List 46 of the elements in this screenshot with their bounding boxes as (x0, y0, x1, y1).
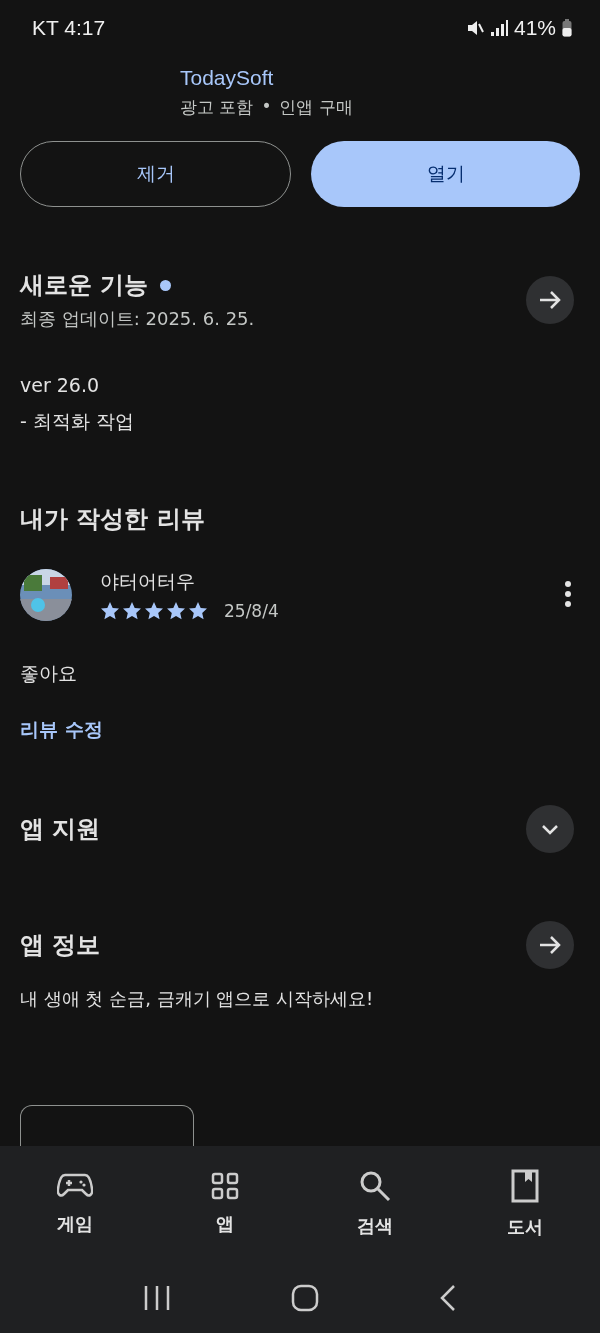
arrow-right-icon (538, 290, 562, 310)
search-icon (359, 1170, 391, 1202)
app-note: 인앱 구매 (279, 96, 353, 119)
release-note: - 최적화 작업 (19, 409, 135, 434)
nav-tab[interactable]: 도서 (450, 1146, 600, 1262)
star-icon (166, 601, 186, 621)
section-title: 새로운 기능 (20, 270, 149, 301)
battery-icon (562, 19, 572, 37)
app-note: 광고 포함 (180, 96, 254, 119)
star-icon (144, 601, 164, 621)
reviewer-name: 야터어터우 (100, 569, 196, 594)
star-icon (122, 601, 142, 621)
section-title: 앱 정보 (20, 930, 101, 961)
book-icon (511, 1169, 539, 1203)
nav-tab[interactable]: 게임 (0, 1146, 150, 1262)
grid-icon (211, 1172, 239, 1200)
review-text: 좋아요 (19, 661, 78, 686)
nav-tab[interactable]: 앱 (150, 1146, 300, 1262)
edit-review-link[interactable]: 리뷰 수정 (0, 717, 123, 743)
arrow-button[interactable] (526, 921, 574, 969)
bullet: • (261, 96, 272, 118)
review-date: 25/8/4 (224, 601, 279, 621)
new-dot (160, 279, 172, 291)
arrow-button[interactable] (526, 276, 574, 324)
section-title: 앱 지원 (20, 814, 101, 845)
battery-percent: 41% (513, 16, 556, 40)
release-note: ver 26.0 (19, 373, 101, 398)
arrow-right-icon (538, 935, 562, 955)
app-description: 내 생애 첫 순금, 금캐기 앱으로 시작하세요! (19, 987, 375, 1011)
expand-button[interactable] (526, 805, 574, 853)
home-icon[interactable] (291, 1283, 319, 1312)
open-button[interactable]: 열기 (311, 141, 580, 207)
gamepad-icon (57, 1172, 93, 1200)
nav-tab[interactable]: 검색 (300, 1146, 450, 1262)
star-icon (100, 601, 120, 621)
more-vert-icon (564, 579, 572, 608)
signal-icon (489, 19, 508, 37)
back-icon[interactable] (439, 1283, 457, 1312)
status-carrier-time: KT 4:17 (32, 16, 106, 40)
chevron-down-icon (540, 822, 560, 836)
recent-apps-icon[interactable] (143, 1284, 171, 1311)
star-icon (188, 601, 208, 621)
update-date: 최종 업데이트: 2025. 6. 25. (20, 307, 255, 331)
section-title: 내가 작성한 리뷰 (20, 504, 205, 535)
mute-icon (465, 19, 484, 37)
developer-link[interactable]: TodaySoft (180, 66, 600, 90)
